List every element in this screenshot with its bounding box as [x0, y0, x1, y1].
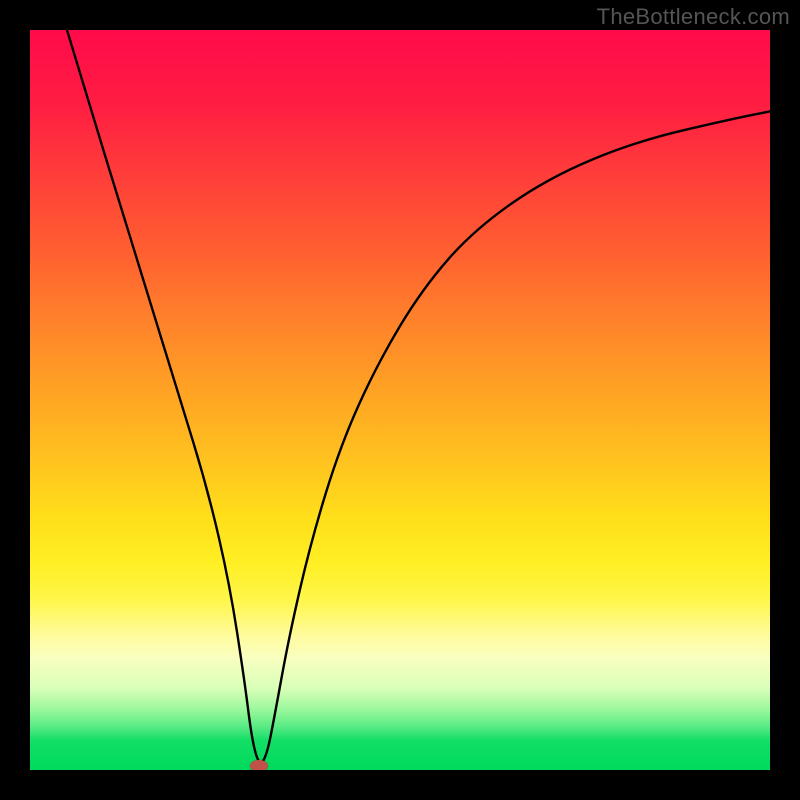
- optimal-point-marker: [250, 760, 268, 770]
- plot-area: [30, 30, 770, 770]
- watermark-text: TheBottleneck.com: [597, 4, 790, 30]
- chart-frame: TheBottleneck.com: [0, 0, 800, 800]
- curve-path: [67, 30, 770, 762]
- bottleneck-curve: [30, 30, 770, 770]
